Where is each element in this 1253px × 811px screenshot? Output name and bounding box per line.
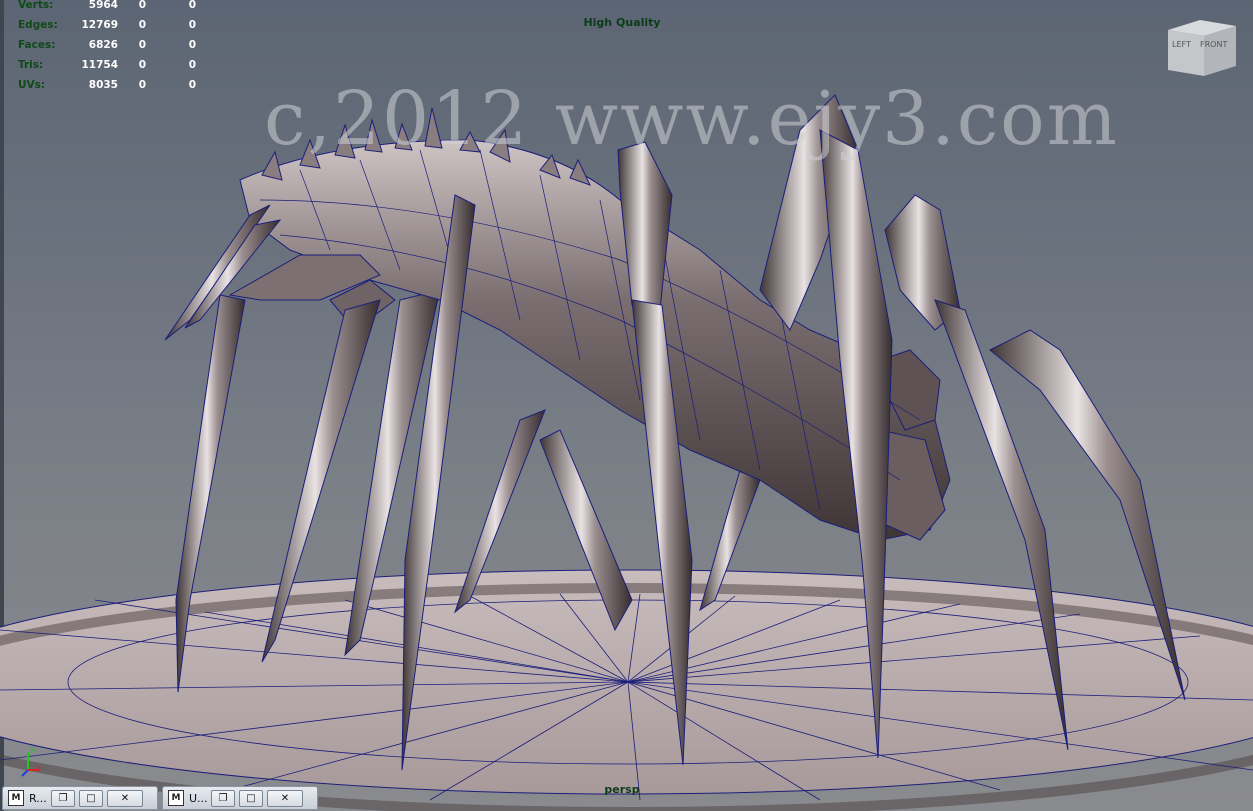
maya-window-icon: M — [8, 790, 24, 806]
hud-value: 6826 — [88, 39, 118, 51]
hud-value: 0 — [188, 19, 196, 31]
maya-viewport[interactable]: c,2012 www.ejy3.com Verts: 5964 0 0 Edge… — [0, 0, 1253, 811]
window-title: U... — [189, 791, 207, 805]
view-cube-front-face[interactable]: FRONT — [1200, 40, 1227, 49]
hud-label: Faces: — [18, 39, 56, 51]
hud-value: 0 — [138, 0, 146, 11]
hud-value: 0 — [188, 59, 196, 71]
maximize-button[interactable]: □ — [239, 789, 263, 807]
hud-label: Edges: — [18, 19, 58, 31]
close-button[interactable]: ✕ — [107, 789, 143, 807]
hud-value: 0 — [188, 0, 196, 11]
view-cube-left-face[interactable]: LEFT — [1172, 40, 1191, 49]
restore-button[interactable]: ❐ — [211, 789, 235, 807]
watermark-text: c,2012 www.ejy3.com — [264, 76, 1119, 162]
maximize-button[interactable]: □ — [79, 789, 103, 807]
hud-value: 5964 — [88, 0, 118, 11]
axis-y-label: y — [30, 744, 35, 753]
hud-value: 12769 — [81, 19, 118, 31]
poly-count-hud: Verts: 5964 0 0 Edges: 12769 0 0 Faces: … — [18, 0, 196, 95]
axis-z-label: z — [36, 764, 41, 773]
hud-value: 0 — [138, 59, 146, 71]
hud-value: 11754 — [81, 59, 118, 71]
hud-row-verts: Verts: 5964 0 0 — [18, 0, 196, 15]
hud-value: 0 — [138, 19, 146, 31]
view-cube[interactable]: LEFT FRONT — [1160, 16, 1236, 80]
hud-value: 0 — [188, 39, 196, 51]
restore-button[interactable]: ❐ — [51, 789, 75, 807]
hud-value: 0 — [138, 39, 146, 51]
camera-name-label: persp — [604, 783, 640, 796]
hud-value: 0 — [138, 79, 146, 91]
hud-row-faces: Faces: 6826 0 0 — [18, 35, 196, 55]
hud-label: Verts: — [18, 0, 54, 11]
minimized-window-2[interactable]: M U... ❐ □ ✕ — [162, 786, 318, 810]
hud-value: 0 — [188, 79, 196, 91]
hud-value: 8035 — [88, 79, 118, 91]
hud-label: Tris: — [18, 59, 44, 71]
render-quality-label: High Quality — [583, 16, 661, 29]
hud-label: UVs: — [18, 79, 46, 91]
hud-row-tris: Tris: 11754 0 0 — [18, 55, 196, 75]
hud-row-uvs: UVs: 8035 0 0 — [18, 75, 196, 95]
close-button[interactable]: ✕ — [267, 789, 303, 807]
window-title: R... — [29, 791, 47, 805]
maya-window-icon: M — [168, 790, 184, 806]
minimized-window-1[interactable]: M R... ❐ □ ✕ — [2, 786, 158, 810]
hud-row-edges: Edges: 12769 0 0 — [18, 15, 196, 35]
